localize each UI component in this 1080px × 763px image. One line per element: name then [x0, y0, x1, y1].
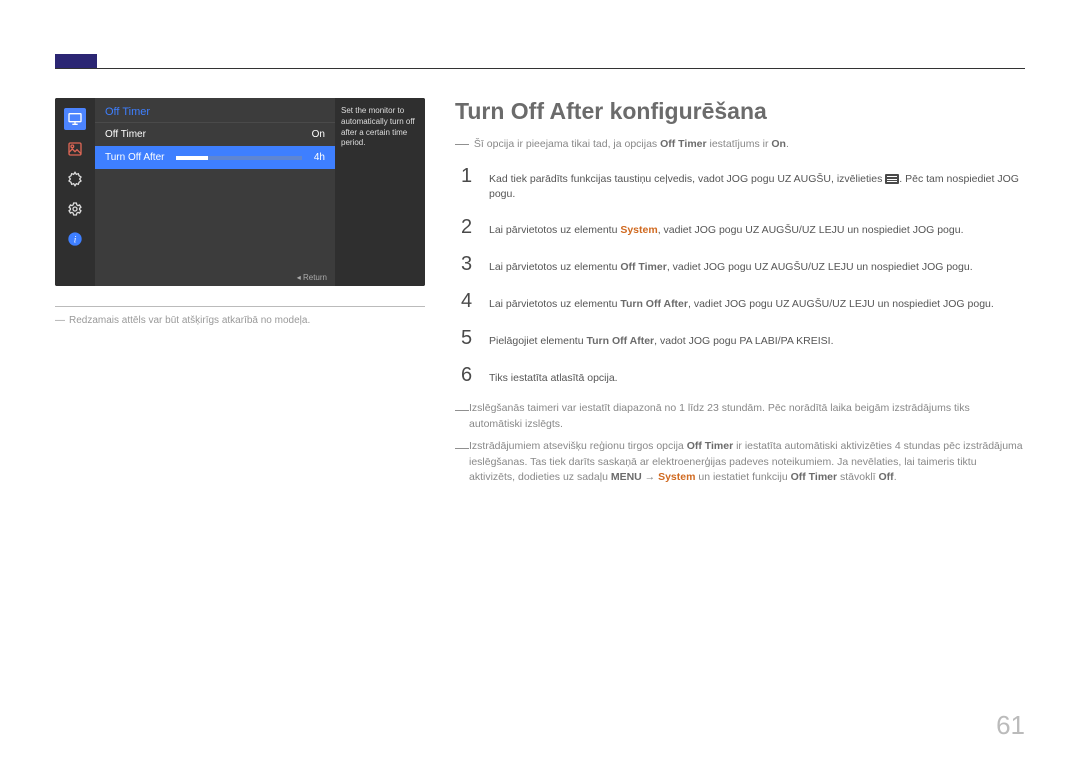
text: Pielāgojiet elementu	[489, 335, 586, 347]
left-footnote: ―Redzamais attēls var būt atšķirīgs atka…	[55, 315, 435, 326]
osd-row-label: Off Timer	[105, 129, 146, 140]
osd-screenshot: i Off Timer Off Timer On Turn Off After …	[55, 98, 425, 286]
gear-icon	[64, 198, 86, 220]
strong-text: MENU	[611, 471, 642, 483]
strong-text: On	[771, 138, 786, 150]
osd-slider	[176, 156, 301, 160]
osd-row-value: On	[312, 129, 325, 140]
osd-main-panel: Off Timer Off Timer On Turn Off After 4h…	[95, 98, 335, 286]
step-3: 3 Lai pārvietotos uz elementu Off Timer,…	[461, 253, 1025, 276]
strong-text: Off Timer	[791, 471, 837, 483]
header-rule	[55, 68, 1025, 69]
osd-row-turnoffafter: Turn Off After 4h	[95, 146, 335, 169]
step-number: 4	[461, 290, 475, 313]
step-number: 3	[461, 253, 475, 276]
step-number: 1	[461, 165, 475, 188]
header-accent	[55, 54, 97, 68]
step-1: 1 Kad tiek parādīts funkcijas taustiņu c…	[461, 165, 1025, 202]
settings-icon	[64, 168, 86, 190]
left-separator	[55, 306, 425, 307]
highlight-text: System	[658, 471, 695, 483]
text: , vadiet JOG pogu UZ AUGŠU/UZ LEJU un no…	[667, 261, 973, 273]
step-number: 6	[461, 364, 475, 387]
step-text: Tiks iestatīta atlasītā opcija.	[489, 371, 618, 386]
text: .	[786, 138, 789, 150]
footnote-1: ― Izslēgšanās taimeri var iestatīt diapa…	[455, 401, 1025, 433]
text: Izslēgšanās taimeri var iestatīt diapazo…	[469, 402, 970, 430]
left-column: i Off Timer Off Timer On Turn Off After …	[55, 98, 435, 326]
text: iestatījums ir	[707, 138, 772, 150]
strong-text: Turn Off After	[620, 298, 688, 310]
strong-text: Off Timer	[687, 440, 733, 452]
step-text: Lai pārvietotos uz elementu Off Timer, v…	[489, 260, 973, 275]
text: , vadiet JOG pogu UZ AUGŠU/UZ LEJU un no…	[658, 224, 964, 236]
page-number: 61	[996, 710, 1025, 741]
strong-text: Off Timer	[620, 261, 666, 273]
step-number: 2	[461, 216, 475, 239]
osd-return-label: Return	[297, 273, 327, 282]
availability-note: ― Šī opcija ir pieejama tikai tad, ja op…	[455, 135, 1025, 151]
text: Lai pārvietotos uz elementu	[489, 224, 620, 236]
step-text: Kad tiek parādīts funkcijas taustiņu ceļ…	[489, 172, 1025, 202]
text: , vadot JOG pogu PA LABI/PA KREISI.	[654, 335, 833, 347]
text: →	[642, 471, 658, 483]
menu-icon	[885, 174, 899, 184]
picture-icon	[64, 138, 86, 160]
monitor-icon	[64, 108, 86, 130]
step-text: Pielāgojiet elementu Turn Off After, vad…	[489, 334, 834, 349]
footnote-2: ― Izstrādājumiem atsevišķu reģionu tirgo…	[455, 439, 1025, 486]
text: Izstrādājumiem atsevišķu reģionu tirgos …	[469, 440, 687, 452]
osd-description-panel: Set the monitor to automatically turn of…	[335, 98, 425, 286]
osd-sidebar: i	[55, 98, 95, 286]
osd-row-label: Turn Off After	[105, 152, 164, 163]
text: Šī opcija ir pieejama tikai tad, ja opci…	[474, 138, 660, 150]
left-footnote-text: Redzamais attēls var būt atšķirīgs atkar…	[69, 315, 310, 326]
step-text: Lai pārvietotos uz elementu System, vadi…	[489, 223, 964, 238]
strong-text: Off	[879, 471, 894, 483]
info-icon: i	[64, 228, 86, 250]
step-number: 5	[461, 327, 475, 350]
svg-text:i: i	[74, 235, 77, 245]
osd-title: Off Timer	[95, 98, 335, 123]
strong-text: Turn Off After	[586, 335, 654, 347]
text: stāvoklī	[837, 471, 878, 483]
osd-description: Set the monitor to automatically turn of…	[341, 106, 415, 147]
osd-row-value: 4h	[314, 152, 325, 163]
osd-row-offtimer: Off Timer On	[95, 123, 335, 146]
highlight-text: System	[620, 224, 657, 236]
text: Lai pārvietotos uz elementu	[489, 298, 620, 310]
text: .	[894, 471, 897, 483]
step-5: 5 Pielāgojiet elementu Turn Off After, v…	[461, 327, 1025, 350]
content-column: Turn Off After konfigurēšana ― Šī opcija…	[455, 98, 1025, 486]
text: un iestatiet funkciju	[695, 471, 790, 483]
text: Lai pārvietotos uz elementu	[489, 261, 620, 273]
strong-text: Off Timer	[660, 138, 706, 150]
step-6: 6 Tiks iestatīta atlasītā opcija.	[461, 364, 1025, 387]
step-4: 4 Lai pārvietotos uz elementu Turn Off A…	[461, 290, 1025, 313]
text: , vadiet JOG pogu UZ AUGŠU/UZ LEJU un no…	[688, 298, 994, 310]
page-title: Turn Off After konfigurēšana	[455, 98, 1025, 125]
content-footnotes: ― Izslēgšanās taimeri var iestatīt diapa…	[455, 401, 1025, 486]
steps-list: 1 Kad tiek parādīts funkcijas taustiņu c…	[461, 165, 1025, 387]
step-text: Lai pārvietotos uz elementu Turn Off Aft…	[489, 297, 994, 312]
step-2: 2 Lai pārvietotos uz elementu System, va…	[461, 216, 1025, 239]
text: Kad tiek parādīts funkcijas taustiņu ceļ…	[489, 173, 885, 185]
